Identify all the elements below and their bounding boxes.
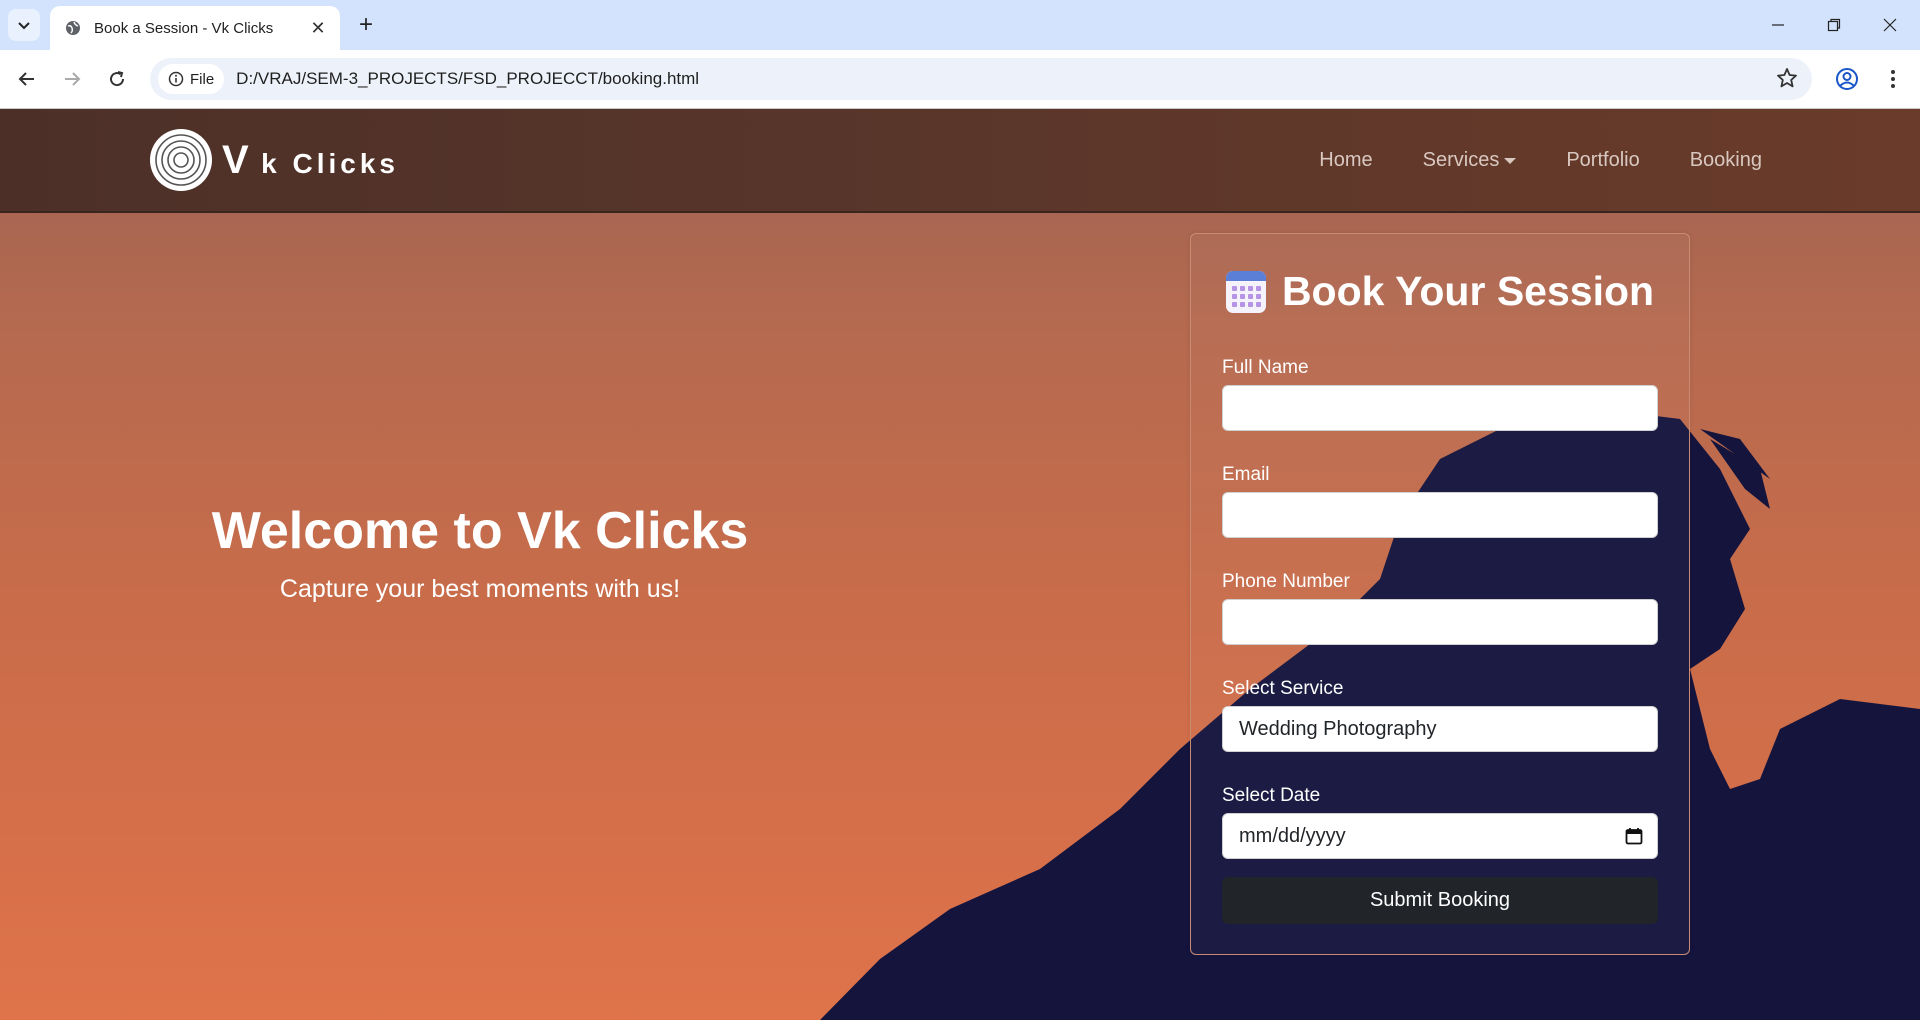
browser-toolbar: File D:/VRAJ/SEM-3_PROJECTS/FSD_PROJECCT… (0, 50, 1920, 109)
date-placeholder: mm/dd/yyyy (1239, 824, 1346, 847)
site-info-chip[interactable]: File (158, 64, 225, 94)
nav-link-services[interactable]: Services (1423, 149, 1517, 172)
site-navbar: V k Clicks Home Services Portfolio Booki… (0, 109, 1920, 213)
brand[interactable]: V k Clicks (150, 129, 399, 191)
active-tab[interactable]: Book a Session - Vk Clicks ✕ (50, 6, 340, 50)
profile-icon[interactable] (1830, 62, 1864, 96)
star-icon[interactable] (1776, 67, 1798, 94)
service-label: Select Service (1222, 678, 1344, 699)
hero-section: Welcome to Vk Clicks Capture your best m… (180, 501, 780, 604)
date-picker-icon[interactable] (1625, 827, 1643, 845)
tab-title: Book a Session - Vk Clicks (94, 19, 274, 37)
menu-icon[interactable] (1876, 62, 1910, 96)
form-heading: Book Your Session (1191, 268, 1689, 315)
page-viewport: V k Clicks Home Services Portfolio Booki… (0, 109, 1920, 1020)
booking-form-card: Book Your Session Full Name Email Phone … (1190, 233, 1690, 955)
url-text[interactable]: D:/VRAJ/SEM-3_PROJECTS/FSD_PROJECCT/book… (236, 69, 699, 89)
reload-icon[interactable] (100, 62, 134, 96)
brand-name: V k Clicks (222, 138, 399, 183)
hero-title: Welcome to Vk Clicks (211, 502, 749, 560)
calendar-icon (1225, 270, 1266, 313)
forward-icon[interactable] (55, 62, 89, 96)
back-icon[interactable] (10, 62, 44, 96)
full-name-label: Full Name (1222, 357, 1309, 378)
restore-icon[interactable] (1806, 0, 1862, 50)
tab-list-button[interactable] (8, 9, 40, 41)
globe-icon (64, 19, 82, 37)
form-title: Book Your Session (1281, 268, 1655, 314)
nav-link-booking[interactable]: Booking (1690, 149, 1762, 172)
nav-links: Home Services Portfolio Booking (1319, 109, 1762, 211)
minimize-icon[interactable] (1750, 0, 1806, 50)
chevron-down-icon (1504, 158, 1517, 165)
tab-strip: Book a Session - Vk Clicks ✕ + (0, 0, 1920, 50)
email-input[interactable] (1222, 492, 1658, 538)
submit-booking-button[interactable]: Submit Booking (1222, 877, 1658, 924)
tab-list-icon (18, 22, 30, 30)
brand-initial: V (222, 137, 253, 182)
phone-label: Phone Number (1222, 571, 1350, 592)
full-name-input[interactable] (1222, 385, 1658, 431)
date-input[interactable]: mm/dd/yyyy (1222, 813, 1658, 859)
email-label: Email (1222, 464, 1270, 485)
address-bar[interactable]: File D:/VRAJ/SEM-3_PROJECTS/FSD_PROJECCT… (150, 58, 1812, 100)
hero-subtitle: Capture your best moments with us! (279, 575, 681, 603)
phone-input[interactable] (1222, 599, 1658, 645)
plus-icon[interactable]: + (350, 9, 382, 41)
date-label: Select Date (1222, 785, 1321, 806)
camera-lens-logo (150, 129, 212, 191)
service-select[interactable]: Wedding Photography (1222, 706, 1658, 752)
nav-link-home[interactable]: Home (1319, 149, 1372, 172)
service-select-value: Wedding Photography (1239, 717, 1437, 740)
brand-rest: k Clicks (261, 147, 399, 179)
nav-link-portfolio[interactable]: Portfolio (1566, 149, 1639, 172)
close-icon[interactable]: ✕ (304, 14, 332, 42)
chip-label: File (190, 70, 215, 88)
info-icon (168, 71, 184, 87)
window-close-icon[interactable] (1862, 0, 1918, 50)
nav-link-services-label: Services (1422, 148, 1500, 171)
